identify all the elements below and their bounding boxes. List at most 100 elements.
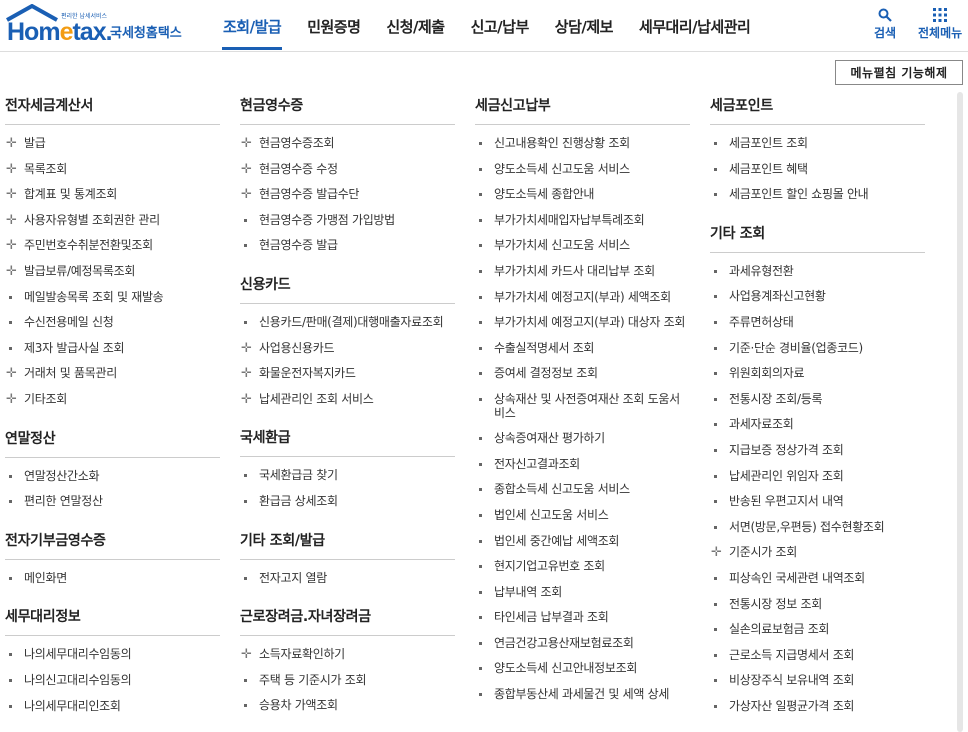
nav-item-3[interactable]: 신고/납부 (458, 0, 542, 52)
menu-item[interactable]: 피상속인 국세관련 내역조회 (710, 566, 925, 592)
menu-item[interactable]: 주류면허상태 (710, 310, 925, 336)
menu-item[interactable]: 지급보증 정상가격 조회 (710, 438, 925, 464)
section-title[interactable]: 기타 조회 (710, 220, 925, 253)
menu-item[interactable]: 세금포인트 혜택 (710, 157, 925, 183)
menu-item[interactable]: 현금영수증 가맹점 가입방법 (240, 208, 455, 234)
menu-item[interactable]: 양도소득세 종합안내 (475, 182, 690, 208)
menu-item[interactable]: ✛ 주민번호수취분전환및조회 (5, 233, 220, 259)
menu-item[interactable]: 주택 등 기준시가 조회 (240, 668, 455, 694)
menu-item[interactable]: ✛ 사업용신용카드 (240, 336, 455, 362)
menu-item[interactable]: 세금포인트 할인 쇼핑몰 안내 (710, 182, 925, 208)
nav-item-2[interactable]: 신청/제출 (373, 0, 457, 52)
menu-item[interactable]: 부가가치세 예정고지(부과) 세액조회 (475, 285, 690, 311)
section-title[interactable]: 국세환급 (240, 424, 455, 458)
menu-item[interactable]: 세금포인트 조회 (710, 131, 925, 157)
nav-item-1[interactable]: 민원증명 (294, 0, 373, 52)
menu-item[interactable]: 상속증여재산 평가하기 (475, 426, 690, 452)
menu-item[interactable]: 법인세 신고도움 서비스 (475, 503, 690, 529)
menu-item[interactable]: 전자신고결과조회 (475, 452, 690, 478)
menu-item[interactable]: 법인세 중간예납 세액조회 (475, 529, 690, 555)
all-menu-button[interactable]: 전체메뉴 (918, 6, 962, 41)
menu-item[interactable]: 기준·단순 경비율(업종코드) (710, 336, 925, 362)
menu-item[interactable]: 종합소득세 신고도움 서비스 (475, 477, 690, 503)
menu-item[interactable]: 증여세 결정정보 조회 (475, 361, 690, 387)
menu-item[interactable]: 납부내역 조회 (475, 580, 690, 606)
menu-item[interactable]: 현지기업고유번호 조회 (475, 554, 690, 580)
menu-item[interactable]: ✛ 사용자유형별 조회권한 관리 (5, 208, 220, 234)
section-title[interactable]: 연말정산 (5, 425, 220, 458)
menu-item[interactable]: 과세자료조회 (710, 412, 925, 438)
menu-item[interactable]: 상속재산 및 사전증여재산 조회 도움서비스 (475, 387, 690, 426)
menu-item[interactable]: ✛ 거래처 및 품목관리 (5, 361, 220, 387)
menu-item[interactable]: 부가가치세 카드사 대리납부 조회 (475, 259, 690, 285)
menu-item[interactable]: 전통시장 정보 조회 (710, 592, 925, 618)
menu-item[interactable]: ✛ 소득자료확인하기 (240, 642, 455, 668)
menu-item[interactable]: 비상장주식 보유내역 조회 (710, 668, 925, 694)
menu-item[interactable]: 제3자 발급사실 조회 (5, 336, 220, 362)
menu-item[interactable]: 국세환급금 찾기 (240, 463, 455, 489)
menu-item[interactable]: ✛ 발급 (5, 131, 220, 157)
section-title[interactable]: 세무대리정보 (5, 603, 220, 637)
scrollbar[interactable] (956, 92, 964, 732)
menu-item[interactable]: 가상자산 일평균가격 조회 (710, 694, 925, 720)
menu-item[interactable]: 신용카드/판매(결제)대행매출자료조회 (240, 310, 455, 336)
menu-item[interactable]: 나의세무대리수임동의 (5, 642, 220, 668)
menu-item[interactable]: ✛ 기타조회 (5, 387, 220, 413)
menu-item[interactable]: 수신전용메일 신청 (5, 310, 220, 336)
menu-item[interactable]: ✛ 발급보류/예정목록조회 (5, 259, 220, 285)
menu-item[interactable]: 사업용계좌신고현황 (710, 284, 925, 310)
menu-item[interactable]: 근로소득 지급명세서 조회 (710, 643, 925, 669)
section-title[interactable]: 현금영수증 (240, 92, 455, 125)
section-title[interactable]: 기타 조회/발급 (240, 527, 455, 560)
section-title[interactable]: 신용카드 (240, 271, 455, 304)
menu-item[interactable]: 메일발송목록 조회 및 재발송 (5, 285, 220, 311)
menu-item[interactable]: 부가가치세매입자납부특례조회 (475, 208, 690, 234)
menu-item[interactable]: 실손의료보험금 조회 (710, 617, 925, 643)
menu-item[interactable]: ✛ 목록조회 (5, 157, 220, 183)
menu-item[interactable]: ✛ 기준시가 조회 (710, 540, 925, 566)
section-title[interactable]: 세금포인트 (710, 92, 925, 125)
menu-item[interactable]: 전통시장 조회/등록 (710, 387, 925, 413)
menu-item[interactable]: 납세관리인 위임자 조회 (710, 464, 925, 490)
menu-item[interactable]: 양도소득세 신고도움 서비스 (475, 157, 690, 183)
menu-item[interactable]: 환급금 상세조회 (240, 489, 455, 515)
menu-item[interactable]: 위원회회의자료 (710, 361, 925, 387)
menu-item[interactable]: ✛ 현금영수증 수정 (240, 157, 455, 183)
section-title[interactable]: 전자세금계산서 (5, 92, 220, 125)
search-button[interactable]: 검색 (874, 6, 896, 41)
menu-item[interactable]: 부가가치세 예정고지(부과) 대상자 조회 (475, 310, 690, 336)
menu-item[interactable]: 메인화면 (5, 566, 220, 592)
menu-item[interactable]: 타인세금 납부결과 조회 (475, 605, 690, 631)
menu-item[interactable]: 연금건강고용산재보험료조회 (475, 631, 690, 657)
section-title[interactable]: 근로장려금.자녀장려금 (240, 603, 455, 637)
menu-item[interactable]: 나의세무대리인조회 (5, 694, 220, 720)
menu-item[interactable]: 종합부동산세 과세물건 및 세액 상세 (475, 682, 690, 708)
menu-item[interactable]: 연말정산간소화 (5, 464, 220, 490)
menu-item[interactable]: ✛ 합계표 및 통계조회 (5, 182, 220, 208)
menu-item[interactable]: 부가가치세 신고도움 서비스 (475, 233, 690, 259)
menu-item[interactable]: 반송된 우편고지서 내역 (710, 489, 925, 515)
menu-item[interactable]: ✛ 현금영수증조회 (240, 131, 455, 157)
nav-item-4[interactable]: 상담/제보 (542, 0, 626, 52)
scrollbar-thumb[interactable] (957, 92, 963, 732)
menu-item[interactable]: 편리한 연말정산 (5, 489, 220, 515)
menu-item[interactable]: 신고내용확인 진행상황 조회 (475, 131, 690, 157)
menu-item[interactable]: 나의신고대리수임동의 (5, 668, 220, 694)
nav-item-0[interactable]: 조회/발급 (210, 0, 294, 52)
menu-item[interactable]: 현금영수증 발급 (240, 233, 455, 259)
menu-item[interactable]: ✛ 화물운전자복지카드 (240, 361, 455, 387)
menu-item[interactable]: ✛ 납세관리인 조회 서비스 (240, 387, 455, 413)
menu-collapse-toggle-button[interactable]: 메뉴펼침 기능해제 (835, 60, 963, 85)
nav-item-5[interactable]: 세무대리/납세관리 (626, 0, 763, 52)
menu-item-label: 양도소득세 종합안내 (494, 187, 595, 202)
menu-item[interactable]: 승용차 가액조회 (240, 693, 455, 719)
menu-item[interactable]: 양도소득세 신고안내정보조회 (475, 656, 690, 682)
section-title[interactable]: 세금신고납부 (475, 92, 690, 125)
menu-item[interactable]: 서면(방문,우편등) 접수현황조회 (710, 515, 925, 541)
menu-item[interactable]: ✛ 현금영수증 발급수단 (240, 182, 455, 208)
menu-item[interactable]: 전자고지 열람 (240, 566, 455, 592)
menu-item[interactable]: 수출실적명세서 조회 (475, 336, 690, 362)
section-title[interactable]: 전자기부금영수증 (5, 527, 220, 560)
hometax-logo[interactable]: Hometax. 편리한 납세서비스 국세청홈택스 (5, 4, 195, 46)
menu-item[interactable]: 과세유형전환 (710, 259, 925, 285)
